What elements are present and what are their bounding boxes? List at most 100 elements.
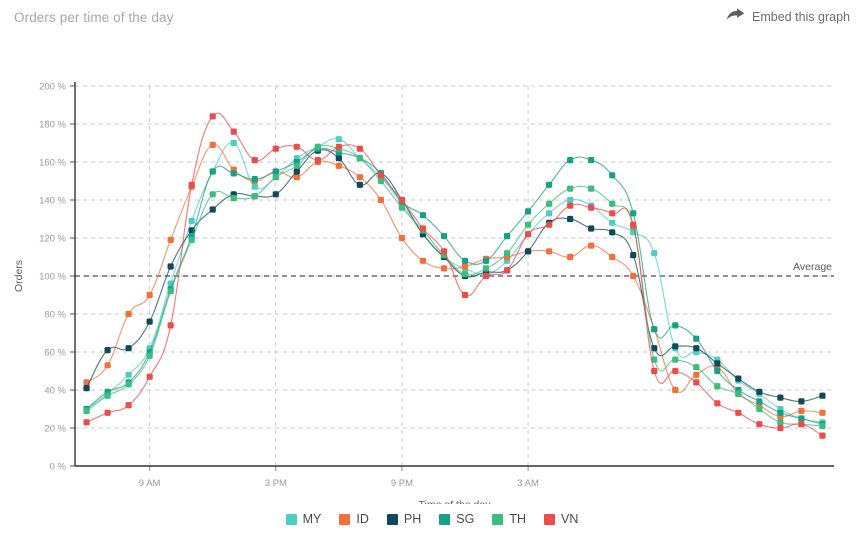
data-point[interactable] [756,405,763,413]
data-point[interactable] [419,212,427,219]
data-point[interactable] [693,364,700,371]
data-point[interactable] [188,236,195,243]
data-point[interactable] [146,352,153,359]
legend-item-ph[interactable]: PH [386,512,421,526]
data-point[interactable] [377,177,385,185]
data-point[interactable] [104,392,111,399]
data-point[interactable] [230,170,237,177]
data-point[interactable] [167,236,174,243]
data-point[interactable] [651,367,658,375]
data-point[interactable] [251,176,258,183]
data-point[interactable] [546,221,553,228]
data-point[interactable] [546,248,553,255]
data-point[interactable] [714,367,721,375]
data-point[interactable] [146,373,153,380]
data-point[interactable] [524,221,532,228]
data-point[interactable] [588,204,595,211]
data-point[interactable] [503,267,511,274]
data-point[interactable] [693,371,700,378]
data-point[interactable] [335,162,342,169]
data-point[interactable] [377,172,385,179]
data-point[interactable] [104,409,111,416]
data-point[interactable] [693,345,700,352]
data-point[interactable] [167,322,174,329]
data-point[interactable] [798,398,805,405]
data-point[interactable] [398,196,406,204]
data-point[interactable] [672,343,679,350]
data-point[interactable] [146,291,153,299]
data-point[interactable] [440,248,448,255]
data-point[interactable] [503,250,511,257]
data-point[interactable] [419,225,427,232]
data-point[interactable] [609,229,616,236]
data-point[interactable] [693,335,700,342]
data-point[interactable] [461,257,469,264]
data-point[interactable] [798,415,805,422]
legend-item-sg[interactable]: SG [439,512,474,526]
data-point[interactable] [672,322,679,329]
data-point[interactable] [293,168,300,175]
data-point[interactable] [356,155,363,162]
data-point[interactable] [335,136,342,143]
data-point[interactable] [125,381,132,388]
data-point[interactable] [272,174,279,181]
data-point[interactable] [651,250,658,257]
data-point[interactable] [777,419,784,426]
data-point[interactable] [609,210,616,217]
data-point[interactable] [293,162,300,169]
data-point[interactable] [693,379,700,386]
data-point[interactable] [630,252,637,259]
data-point[interactable] [146,318,153,325]
data-point[interactable] [125,371,132,378]
data-point[interactable] [546,210,553,217]
data-point[interactable] [735,390,742,397]
data-point[interactable] [735,409,742,416]
data-point[interactable] [209,113,216,120]
legend-item-id[interactable]: ID [339,512,369,526]
data-point[interactable] [83,385,90,392]
data-point[interactable] [125,402,132,409]
data-point[interactable] [398,204,406,211]
data-point[interactable] [672,367,679,375]
data-point[interactable] [609,253,616,261]
data-point[interactable] [230,139,237,147]
data-point[interactable] [335,143,342,150]
data-point[interactable] [293,143,300,150]
data-point[interactable] [777,424,784,432]
data-point[interactable] [293,174,300,181]
legend-item-th[interactable]: TH [492,512,526,526]
data-point[interactable] [630,221,637,228]
data-point[interactable] [819,423,826,430]
data-point[interactable] [567,185,574,192]
data-point[interactable] [609,219,616,226]
data-point[interactable] [314,143,321,150]
data-point[interactable] [167,263,174,270]
data-point[interactable] [630,272,637,280]
data-point[interactable] [83,419,90,426]
data-point[interactable] [125,345,132,352]
data-point[interactable] [461,263,469,270]
data-point[interactable] [314,157,321,164]
data-point[interactable] [567,253,574,261]
data-point[interactable] [188,217,195,224]
data-point[interactable] [609,172,616,179]
data-point[interactable] [672,356,679,363]
data-point[interactable] [209,141,216,148]
data-point[interactable] [461,291,469,299]
data-point[interactable] [356,145,363,152]
data-point[interactable] [377,196,385,204]
data-point[interactable] [104,347,111,354]
data-point[interactable] [356,174,363,181]
data-point[interactable] [482,272,490,280]
data-point[interactable] [209,191,216,198]
data-point[interactable] [588,185,595,192]
data-point[interactable] [209,206,216,213]
data-point[interactable] [714,400,721,407]
data-point[interactable] [167,288,174,295]
legend-item-my[interactable]: MY [285,512,321,526]
embed-this-graph-button[interactable]: Embed this graph [726,7,850,27]
data-point[interactable] [272,168,279,175]
data-point[interactable] [440,265,448,272]
data-point[interactable] [251,183,258,190]
data-point[interactable] [546,200,553,207]
